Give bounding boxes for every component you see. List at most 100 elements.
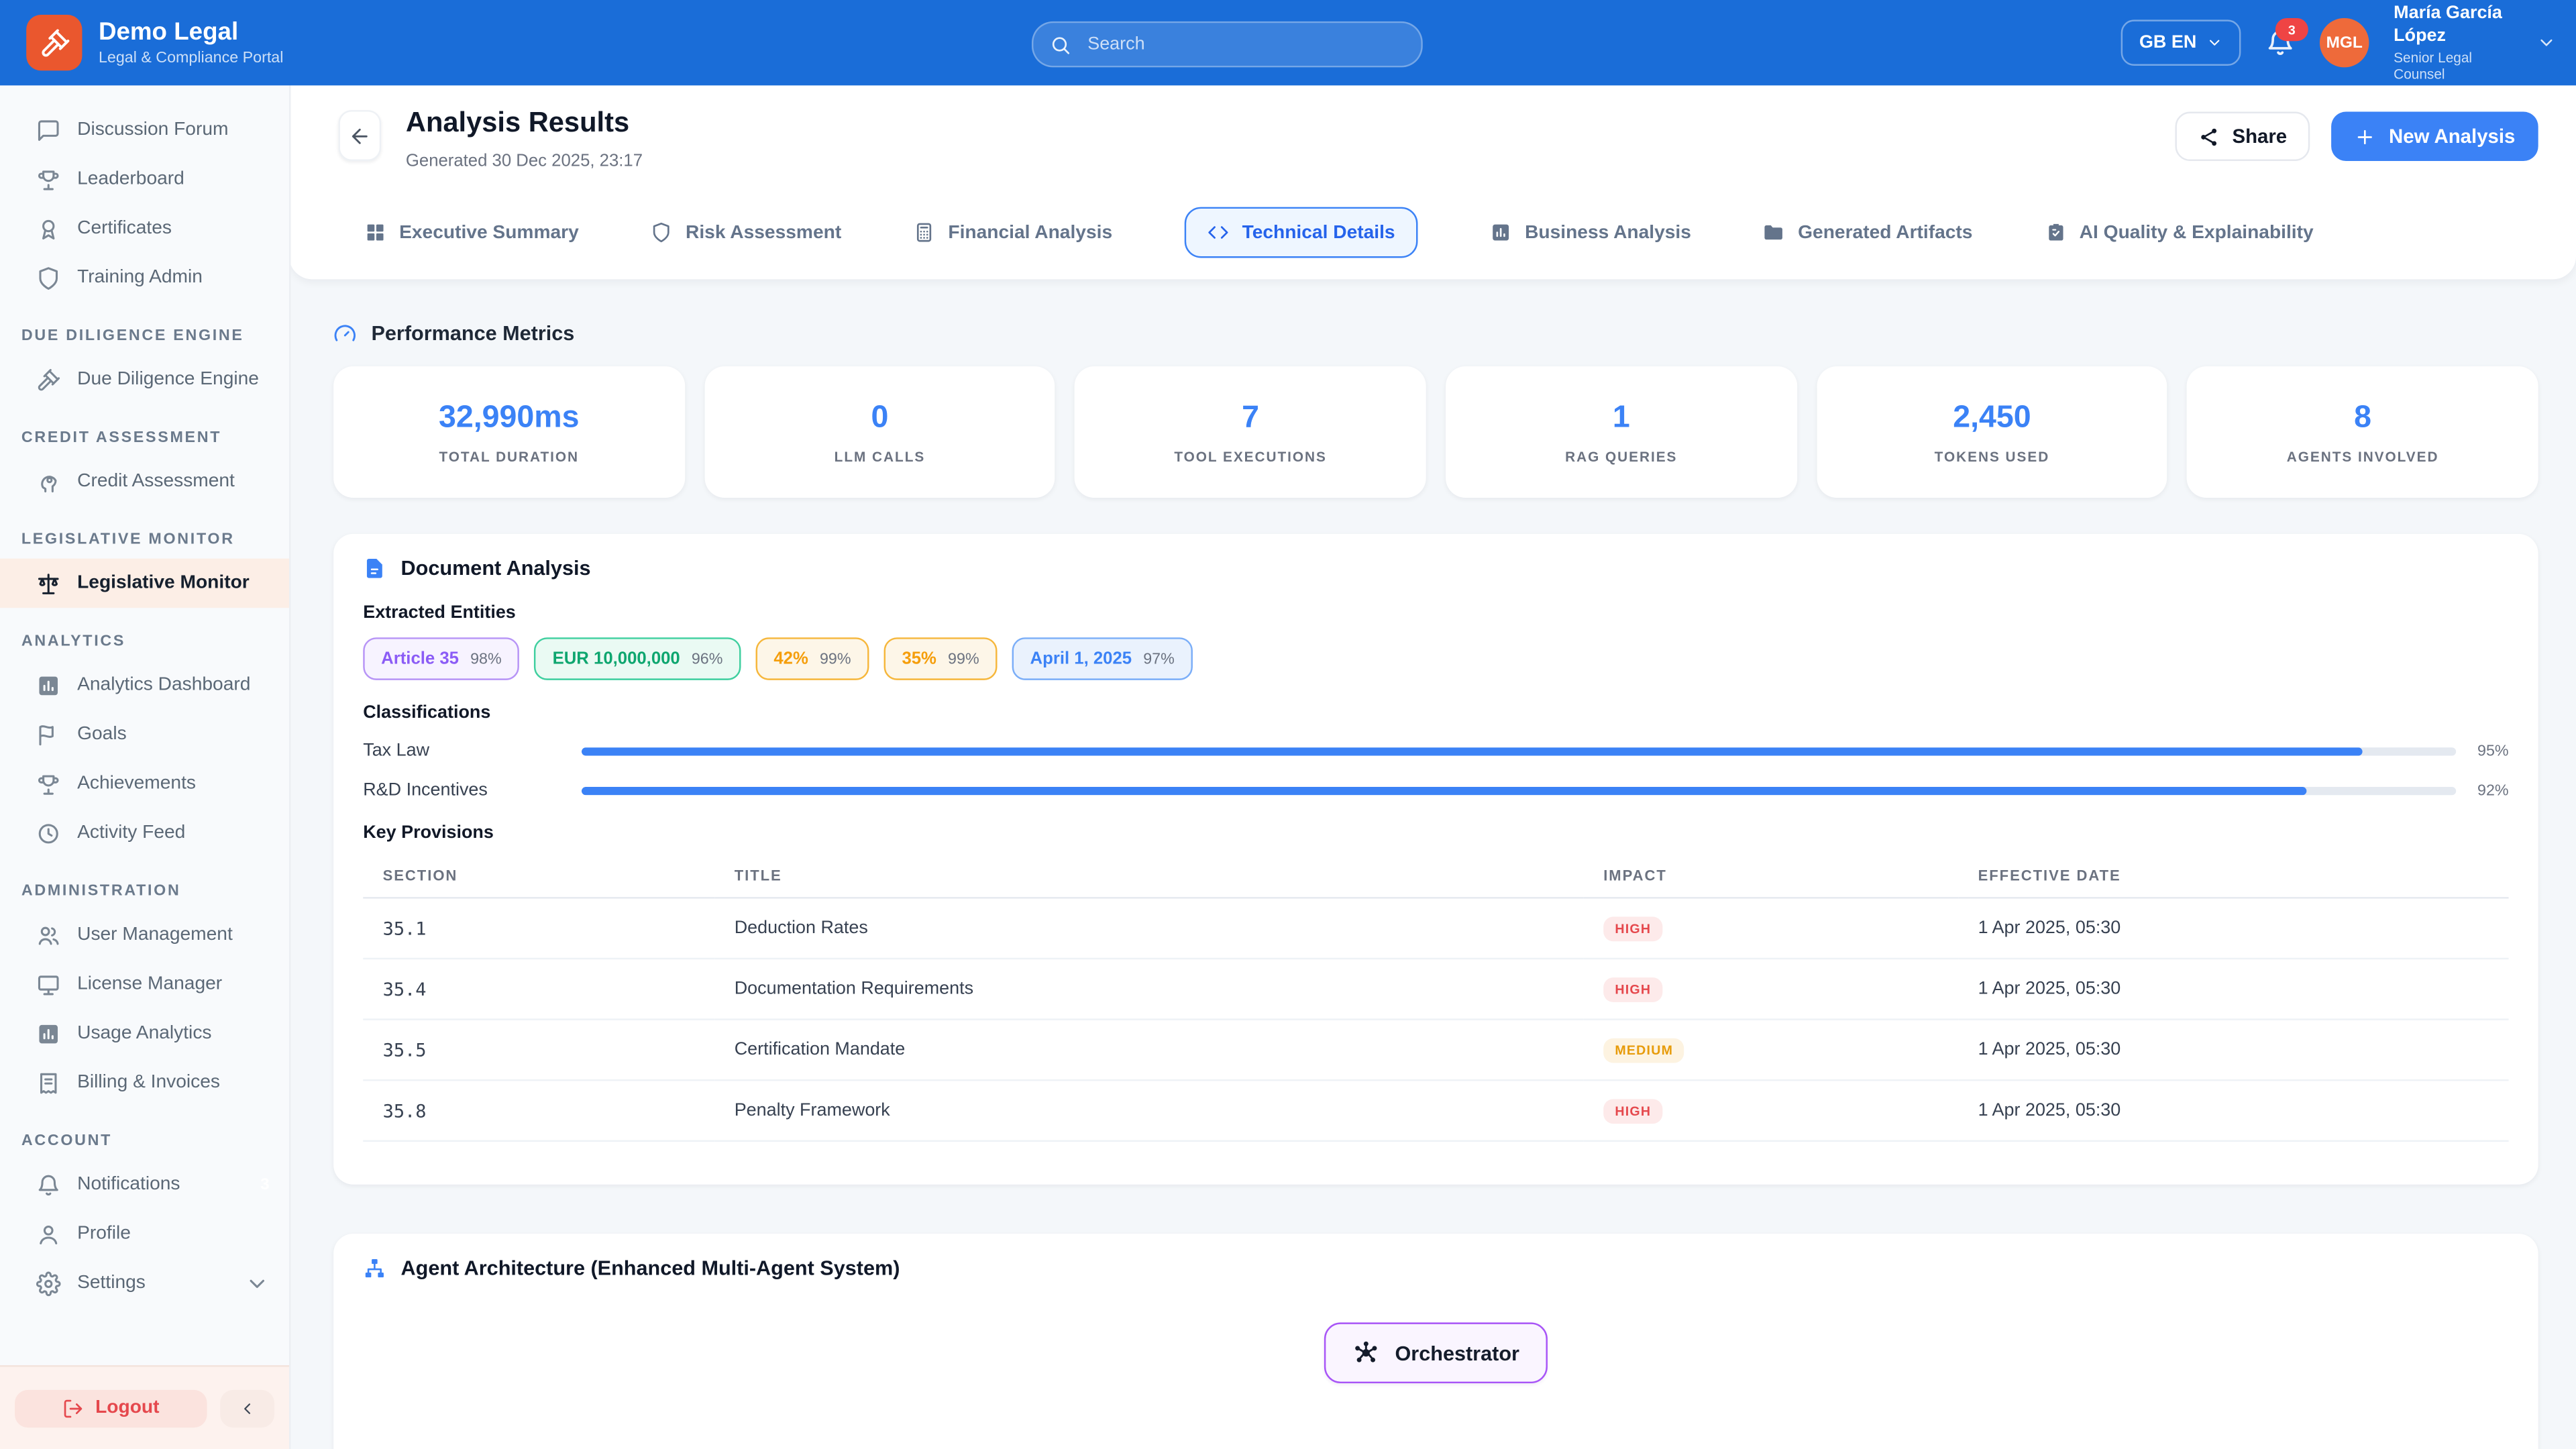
entity-chip: 35%99% [884, 637, 998, 680]
entity-chips: Article 3598%EUR 10,000,00096%42%99%35%9… [363, 637, 2508, 680]
orchestrator-node: Orchestrator [1324, 1322, 1547, 1383]
back-button[interactable] [338, 110, 381, 161]
sidebar-item-achievements[interactable]: Achievements [0, 759, 289, 808]
metric-card: 1RAG QUERIES [1446, 366, 1796, 498]
metric-card: 7TOOL EXECUTIONS [1075, 366, 1426, 498]
entity-chip: April 1, 202597% [1012, 637, 1193, 680]
sidebar-item-notifications[interactable]: Notifications3 [0, 1160, 289, 1209]
share-button[interactable]: Share [2175, 112, 2310, 161]
logout-icon [62, 1397, 84, 1419]
classification-rows: Tax Law95% R&D Incentives 92% [363, 741, 2508, 800]
sidebar-item-settings[interactable]: Settings [0, 1258, 289, 1307]
sidebar-item-credit-assessment[interactable]: Credit Assessment [0, 457, 289, 506]
sidebar-item-label: Billing & Invoices [77, 1073, 220, 1092]
logout-label: Logout [95, 1398, 159, 1417]
entity-text: 35% [902, 649, 936, 668]
sidebar-item-label: Activity Feed [77, 823, 185, 843]
sidebar-item-profile[interactable]: Profile [0, 1209, 289, 1258]
entity-confidence: 98% [470, 650, 502, 668]
sidebar-item-activity-feed[interactable]: Activity Feed [0, 808, 289, 857]
sidebar: Discussion ForumLeaderboard Certificates T… [0, 85, 290, 1449]
brain-icon [36, 469, 61, 494]
tab-ai-quality-explainability[interactable]: AI Quality & Explainability [2045, 222, 2313, 244]
provision-date: 1 Apr 2025, 05:30 [1958, 959, 2508, 1020]
metric-value: 32,990ms [439, 400, 580, 436]
sidebar-item-label: User Management [77, 925, 233, 945]
tab-label: Generated Artifacts [1798, 223, 1972, 242]
sidebar-section-label: ANALYTICS [0, 608, 289, 660]
sidebar-item-goals[interactable]: Goals [0, 710, 289, 759]
provision-section: 35.1 [363, 898, 714, 959]
provision-title: Penalty Framework [714, 1080, 1584, 1141]
sidebar-item-user-management[interactable]: User Management [0, 910, 289, 959]
sidebar-item-label: Analytics Dashboard [77, 676, 250, 695]
chart-icon [36, 1021, 61, 1046]
sidebar-item-leaderboard[interactable]: Leaderboard [0, 154, 289, 203]
tab-executive-summary[interactable]: Executive Summary [365, 222, 579, 244]
sidebar-item-billing-invoices[interactable]: Billing & Invoices [0, 1058, 289, 1107]
classification-row: Tax Law95% [363, 741, 2508, 760]
sidebar-collapse-button[interactable] [220, 1389, 274, 1427]
tab-label: AI Quality & Explainability [2080, 223, 2314, 242]
tab-generated-artifacts[interactable]: Generated Artifacts [1764, 222, 1973, 244]
header-actions: Share New Analysis [2175, 112, 2538, 161]
metric-value: 8 [2354, 400, 2371, 436]
sidebar-item-label: Legislative Monitor [77, 574, 250, 593]
metric-label: RAG QUERIES [1565, 447, 1677, 464]
avatar[interactable]: MGL [2320, 18, 2369, 67]
sidebar-item-label: Notifications [77, 1175, 180, 1194]
tab-business-analysis[interactable]: Business Analysis [1491, 222, 1691, 244]
table-header-row: SECTIONTITLEIMPACTEFFECTIVE DATE [363, 857, 2508, 898]
plus-icon [2355, 125, 2376, 147]
new-analysis-button[interactable]: New Analysis [2331, 112, 2538, 161]
entity-confidence: 97% [1143, 650, 1175, 668]
table-row: 35.5Certification MandateMEDIUM1 Apr 202… [363, 1020, 2508, 1081]
tab-risk-assessment[interactable]: Risk Assessment [651, 222, 842, 244]
notification-badge: 3 [2275, 18, 2308, 41]
search-input[interactable] [1084, 33, 1405, 56]
entity-confidence: 96% [692, 650, 723, 668]
user-role: Senior Legal Counsel [2394, 49, 2512, 82]
classification-bar-track [582, 786, 2456, 794]
sidebar-item-label: Goals [77, 724, 127, 744]
tab-technical-details[interactable]: Technical Details [1185, 207, 1418, 258]
gavel-logo-icon [39, 27, 70, 58]
sidebar-item-legislative-monitor[interactable]: Legislative Monitor [0, 559, 289, 608]
sidebar-item-due-diligence-engine[interactable]: Due Diligence Engine [0, 355, 289, 404]
logout-button[interactable]: Logout [15, 1389, 207, 1427]
document-icon [363, 557, 386, 580]
trophy-icon [36, 167, 61, 192]
metric-value: 7 [1242, 400, 1259, 436]
search-box[interactable] [1032, 21, 1423, 68]
tab-financial-analysis[interactable]: Financial Analysis [914, 222, 1112, 244]
sidebar-section-label: LEGISLATIVE MONITOR [0, 506, 289, 558]
sidebar-item-discussion-forum[interactable]: Discussion Forum [0, 105, 289, 154]
chat-icon [36, 117, 61, 142]
user-menu-chevron-icon[interactable] [2536, 33, 2556, 52]
tab-bar: Executive Summary Risk Assessment Financia… [365, 207, 2560, 258]
classification-label: R&D Incentives [363, 780, 582, 800]
sidebar-item-training-admin[interactable]: Training Admin [0, 253, 289, 302]
table-row: 35.1Deduction RatesHIGH1 Apr 2025, 05:30 [363, 898, 2508, 959]
shield-icon [36, 266, 61, 290]
sidebar-item-certificates[interactable]: Certificates [0, 204, 289, 253]
provision-title: Certification Mandate [714, 1020, 1584, 1081]
gauge-icon [333, 322, 356, 345]
language-selector[interactable]: GB EN [2121, 19, 2241, 66]
table-row: 35.8Penalty FrameworkHIGH1 Apr 2025, 05:… [363, 1080, 2508, 1141]
notifications-button[interactable]: 3 [2265, 28, 2295, 58]
tab-label: Financial Analysis [948, 223, 1112, 242]
sidebar-item-label: Certificates [77, 219, 172, 238]
sidebar-item-license-manager[interactable]: License Manager [0, 959, 289, 1008]
classification-percent: 92% [2456, 781, 2508, 799]
user-info[interactable]: María García López Senior Legal Counsel [2394, 4, 2512, 82]
provision-date: 1 Apr 2025, 05:30 [1958, 898, 2508, 959]
sidebar-item-analytics-dashboard[interactable]: Analytics Dashboard [0, 660, 289, 709]
table-column-header: SECTION [363, 857, 714, 898]
metric-label: TOTAL DURATION [439, 447, 579, 464]
sidebar-item-usage-analytics[interactable]: Usage Analytics [0, 1009, 289, 1058]
metric-card: 8AGENTS INVOLVED [2187, 366, 2538, 498]
sidebar-item-label: License Manager [77, 974, 222, 994]
bell-icon [36, 1172, 61, 1197]
tab-label: Executive Summary [399, 223, 579, 242]
